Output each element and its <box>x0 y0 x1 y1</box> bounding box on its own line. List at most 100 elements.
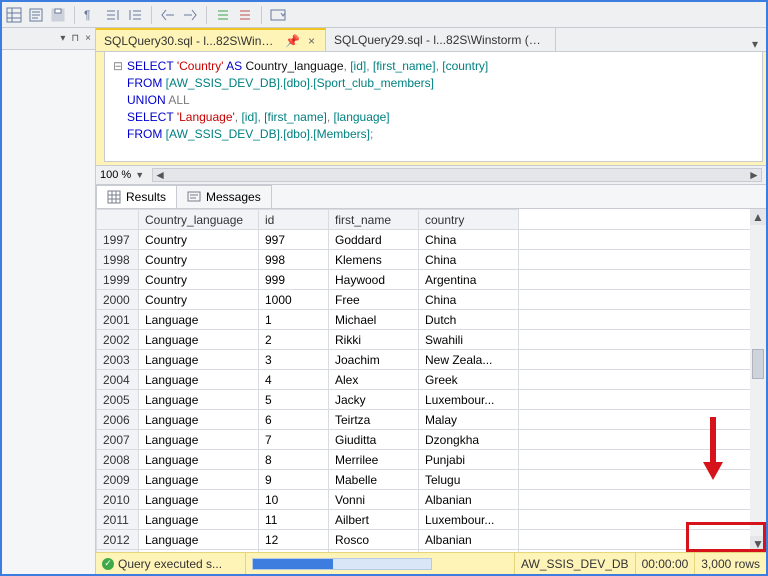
cell[interactable]: 9 <box>259 470 329 490</box>
table-row[interactable]: 2005Language5JackyLuxembour... <box>97 390 766 410</box>
cell[interactable] <box>519 490 766 510</box>
cell[interactable] <box>519 510 766 530</box>
cell[interactable]: 12 <box>259 530 329 550</box>
zoom-dropdown-icon[interactable]: ▼ <box>135 170 144 180</box>
row-number[interactable]: 1999 <box>97 270 139 290</box>
column-header[interactable]: Country_language <box>139 210 259 230</box>
cell[interactable]: New Zeala... <box>419 350 519 370</box>
cell[interactable]: Country <box>139 250 259 270</box>
cell[interactable]: 13 <box>259 550 329 553</box>
tab-sqlquery30[interactable]: SQLQuery30.sql - l...82S\Winstorm (71))*… <box>96 28 326 51</box>
cell[interactable]: Albanian <box>419 490 519 510</box>
vertical-scrollbar[interactable]: ▲ ▼ <box>750 209 766 552</box>
sql-editor[interactable]: ⊟SELECT 'Country' AS Country_language, [… <box>104 52 763 162</box>
cell[interactable]: Goddard <box>329 230 419 250</box>
cell[interactable] <box>519 250 766 270</box>
row-number[interactable]: 1998 <box>97 250 139 270</box>
cell[interactable]: 4 <box>259 370 329 390</box>
cell[interactable]: China <box>419 230 519 250</box>
text-icon[interactable] <box>28 7 44 23</box>
cell[interactable]: Telugu <box>419 470 519 490</box>
cell[interactable]: Free <box>329 290 419 310</box>
cell[interactable]: 999 <box>259 270 329 290</box>
results-grid[interactable]: Country_languageidfirst_namecountry 1997… <box>96 209 766 552</box>
cell[interactable]: Language <box>139 350 259 370</box>
cell[interactable]: China <box>419 290 519 310</box>
cell[interactable]: Ailbert <box>329 510 419 530</box>
uncomment-icon[interactable] <box>237 7 253 23</box>
dropdown-icon[interactable] <box>270 7 286 23</box>
indent-icon[interactable] <box>182 7 198 23</box>
row-number[interactable]: 2011 <box>97 510 139 530</box>
row-number[interactable]: 1997 <box>97 230 139 250</box>
table-row[interactable]: 2013Language13TonieBulgarian <box>97 550 766 553</box>
tab-sqlquery29[interactable]: SQLQuery29.sql - l...82S\Winstorm (69))* <box>326 28 556 51</box>
cell[interactable]: Language <box>139 430 259 450</box>
row-number[interactable]: 2005 <box>97 390 139 410</box>
table-row[interactable]: 1999Country999HaywoodArgentina <box>97 270 766 290</box>
row-number[interactable]: 2007 <box>97 430 139 450</box>
cell[interactable]: Language <box>139 310 259 330</box>
column-header[interactable]: country <box>419 210 519 230</box>
cell[interactable]: Teirtza <box>329 410 419 430</box>
tab-messages[interactable]: Messages <box>176 185 272 208</box>
cell[interactable]: Bulgarian <box>419 550 519 553</box>
row-number[interactable]: 2002 <box>97 330 139 350</box>
row-number[interactable]: 2010 <box>97 490 139 510</box>
cell[interactable] <box>519 430 766 450</box>
cell[interactable] <box>519 270 766 290</box>
row-number[interactable]: 2004 <box>97 370 139 390</box>
cell[interactable]: Albanian <box>419 530 519 550</box>
indent2-icon[interactable] <box>127 7 143 23</box>
column-header[interactable]: first_name <box>329 210 419 230</box>
cell[interactable]: Language <box>139 450 259 470</box>
table-row[interactable]: 2006Language6TeirtzaMalay <box>97 410 766 430</box>
cell[interactable] <box>519 310 766 330</box>
cell[interactable]: Rikki <box>329 330 419 350</box>
cell[interactable]: Language <box>139 370 259 390</box>
table-row[interactable]: 1997Country997GoddardChina <box>97 230 766 250</box>
cell[interactable]: Dzongkha <box>419 430 519 450</box>
cell[interactable] <box>519 470 766 490</box>
cell[interactable]: 1 <box>259 310 329 330</box>
table-row[interactable]: 2004Language4AlexGreek <box>97 370 766 390</box>
horizontal-scrollbar[interactable]: ◄ ► <box>152 168 762 182</box>
row-number[interactable]: 2012 <box>97 530 139 550</box>
table-row[interactable]: 1998Country998KlemensChina <box>97 250 766 270</box>
cell[interactable] <box>519 450 766 470</box>
cell[interactable]: Language <box>139 390 259 410</box>
cell[interactable] <box>519 370 766 390</box>
save-icon[interactable] <box>50 7 66 23</box>
cell[interactable]: 8 <box>259 450 329 470</box>
table-row[interactable]: 2009Language9MabelleTelugu <box>97 470 766 490</box>
cell[interactable] <box>519 410 766 430</box>
cell[interactable] <box>519 330 766 350</box>
cell[interactable]: 11 <box>259 510 329 530</box>
cell[interactable] <box>519 350 766 370</box>
cell[interactable]: Klemens <box>329 250 419 270</box>
pin-icon[interactable]: 📌 <box>285 34 300 48</box>
table-row[interactable]: 2012Language12RoscoAlbanian <box>97 530 766 550</box>
cell[interactable]: Vonni <box>329 490 419 510</box>
cell[interactable]: Country <box>139 270 259 290</box>
indent1-icon[interactable] <box>105 7 121 23</box>
cell[interactable]: Luxembour... <box>419 510 519 530</box>
cell[interactable]: Merrilee <box>329 450 419 470</box>
cell[interactable]: Rosco <box>329 530 419 550</box>
close-icon[interactable]: × <box>306 34 317 48</box>
tab-results[interactable]: Results <box>96 185 177 208</box>
zoom-level[interactable]: 100 % <box>100 169 131 181</box>
cell[interactable]: Greek <box>419 370 519 390</box>
comment-icon[interactable]: ¶ <box>83 7 99 23</box>
cell[interactable] <box>519 230 766 250</box>
cell[interactable]: Mabelle <box>329 470 419 490</box>
table-row[interactable]: 2001Language1MichaelDutch <box>97 310 766 330</box>
cell[interactable]: China <box>419 250 519 270</box>
cell[interactable]: 7 <box>259 430 329 450</box>
cell[interactable] <box>519 550 766 553</box>
row-number[interactable]: 2009 <box>97 470 139 490</box>
comment-out-icon[interactable] <box>215 7 231 23</box>
panel-close-icon[interactable]: × <box>85 33 91 44</box>
cell[interactable]: Argentina <box>419 270 519 290</box>
cell[interactable]: Language <box>139 530 259 550</box>
